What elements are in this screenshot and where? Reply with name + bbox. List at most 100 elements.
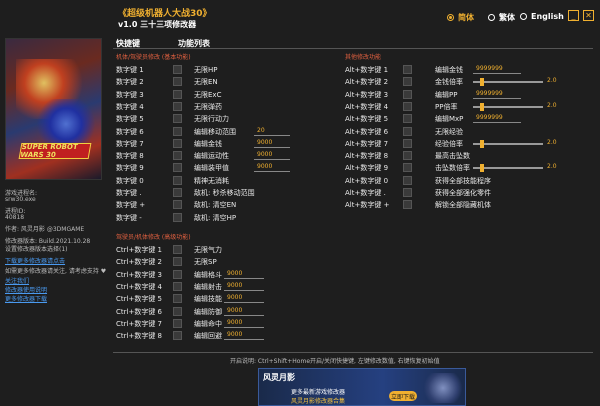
toggle-checkbox[interactable]: [173, 294, 182, 304]
author-text: 作者: 风灵月影 @3DMGAME: [5, 226, 85, 233]
function-label: 敌机: 秒杀移动范围: [194, 189, 255, 197]
toggle-checkbox[interactable]: [403, 65, 412, 74]
toggle-checkbox[interactable]: [173, 89, 182, 99]
toggle-checkbox[interactable]: [173, 188, 182, 197]
function-label: 解锁全部隐藏机体: [435, 201, 491, 210]
info-link-3[interactable]: 修改器使用说明: [5, 285, 47, 294]
value-input[interactable]: 9000: [224, 281, 264, 291]
app-title: 《超级机器人大战30》: [118, 9, 212, 19]
function-label: 无限行动力: [194, 115, 229, 124]
toggle-checkbox[interactable]: [173, 65, 182, 74]
function-label: 编辑PP: [435, 90, 458, 99]
slider-knob[interactable]: [480, 164, 484, 173]
function-label: 精神无消耗: [194, 176, 229, 185]
hotkey-label: Ctrl+数字键 5: [116, 295, 162, 304]
toggle-checkbox[interactable]: [403, 114, 412, 124]
toggle-checkbox[interactable]: [403, 200, 412, 210]
toggle-checkbox[interactable]: [403, 126, 412, 136]
section-left-extra: 驾驶员/机体修改 (高级功能): [116, 234, 191, 241]
function-label: 编辑射击: [194, 282, 222, 291]
toggle-checkbox[interactable]: [173, 151, 182, 161]
function-label: 编辑移动范围: [194, 127, 236, 136]
slider-knob[interactable]: [480, 139, 484, 148]
toggle-checkbox[interactable]: [173, 126, 182, 136]
toggle-checkbox[interactable]: [173, 331, 182, 341]
lang-english-option[interactable]: English: [520, 12, 564, 21]
close-button[interactable]: ✕: [583, 10, 594, 21]
toggle-checkbox[interactable]: [173, 175, 182, 185]
right-row: Alt+数字键 3 编辑PP 9999999: [345, 89, 593, 101]
value-input[interactable]: 20: [254, 126, 290, 136]
function-label: 击坠数倍率: [435, 164, 470, 173]
radio-icon: [520, 13, 527, 20]
toggle-checkbox[interactable]: [173, 212, 182, 222]
function-label: 编辑运动性: [194, 152, 229, 161]
function-label: 获得全部技能程序: [435, 176, 491, 185]
hotkey-label: Alt+数字键 0: [345, 176, 389, 185]
toggle-checkbox[interactable]: [173, 77, 182, 87]
value-input[interactable]: 9000: [224, 293, 264, 304]
right-row: Alt+数字键 + 解锁全部隐藏机体: [345, 199, 593, 211]
toggle-checkbox[interactable]: [173, 269, 182, 279]
toggle-checkbox[interactable]: [403, 101, 412, 111]
toggle-checkbox[interactable]: [173, 257, 182, 267]
info-link-1[interactable]: 下载更多修改器请点击: [5, 256, 65, 265]
lang-english-label: English: [531, 12, 564, 21]
multiplier-slider[interactable]: [473, 164, 543, 173]
left-extra-row: Ctrl+数字键 2 无限SP: [116, 256, 336, 268]
left-row: 数字键 8 编辑运动性 9000: [116, 150, 336, 162]
left-extra-row: Ctrl+数字键 6 编辑防御 9000: [116, 306, 336, 318]
toggle-checkbox[interactable]: [403, 77, 412, 87]
minimize-button[interactable]: _: [568, 10, 579, 21]
value-input[interactable]: 9000: [254, 138, 290, 148]
multiplier-slider[interactable]: [473, 102, 543, 111]
function-label: 编辑技能: [194, 295, 222, 304]
value-input[interactable]: 9999999: [473, 89, 521, 99]
value-input[interactable]: 9000: [224, 318, 264, 328]
toggle-checkbox[interactable]: [403, 151, 412, 161]
toggle-checkbox[interactable]: [173, 281, 182, 291]
hotkey-label: 数字键 5: [116, 115, 144, 124]
value-input[interactable]: 9000: [254, 150, 290, 161]
toggle-checkbox[interactable]: [403, 138, 412, 148]
toggle-checkbox[interactable]: [173, 245, 182, 254]
hotkey-label: 数字键 6: [116, 127, 144, 136]
info-link-4[interactable]: 更多修改器下载: [5, 294, 47, 303]
toggle-checkbox[interactable]: [403, 89, 412, 99]
toggle-checkbox[interactable]: [403, 163, 412, 173]
info-link-2[interactable]: 关注我们: [5, 276, 29, 285]
value-input[interactable]: 9000: [224, 269, 264, 279]
lang-traditional-option[interactable]: 繁体: [488, 12, 515, 23]
toggle-checkbox[interactable]: [173, 318, 182, 328]
toggle-checkbox[interactable]: [173, 306, 182, 316]
function-label: 经验倍率: [435, 139, 463, 148]
multiplier-slider[interactable]: [473, 139, 543, 148]
value-input[interactable]: 9000: [224, 306, 264, 316]
header-divider: [113, 48, 593, 49]
hotkey-label: Ctrl+数字键 2: [116, 258, 162, 267]
function-label: 编辑防御: [194, 307, 222, 316]
radio-selected-icon: [447, 14, 454, 21]
function-label: 敌机: 清空HP: [194, 213, 237, 222]
lang-simplified-option[interactable]: 简体: [447, 12, 474, 23]
multiplier-slider[interactable]: [473, 78, 543, 87]
slider-knob[interactable]: [480, 78, 484, 87]
function-label: 编辑回避: [194, 332, 222, 341]
function-label: 无限EN: [194, 78, 218, 87]
toggle-checkbox[interactable]: [403, 188, 412, 197]
hotkey-label: 数字键 7: [116, 139, 144, 148]
value-input[interactable]: 9999999: [473, 64, 521, 74]
toggle-checkbox[interactable]: [403, 175, 412, 185]
value-input[interactable]: 9000: [224, 330, 264, 341]
ad-download-button[interactable]: 立即下载: [389, 391, 417, 401]
toggle-checkbox[interactable]: [173, 101, 182, 111]
toggle-checkbox[interactable]: [173, 163, 182, 173]
value-input[interactable]: 9000: [254, 162, 290, 173]
slider-knob[interactable]: [480, 102, 484, 111]
ad-banner[interactable]: 风灵月影 更多最新游戏修改器 风灵月影修改器合集 立即下载: [258, 368, 466, 406]
value-input[interactable]: 9999999: [473, 113, 521, 124]
left-extra-row: Ctrl+数字键 3 编辑格斗 9000: [116, 269, 336, 281]
toggle-checkbox[interactable]: [173, 114, 182, 124]
toggle-checkbox[interactable]: [173, 200, 182, 210]
toggle-checkbox[interactable]: [173, 138, 182, 148]
